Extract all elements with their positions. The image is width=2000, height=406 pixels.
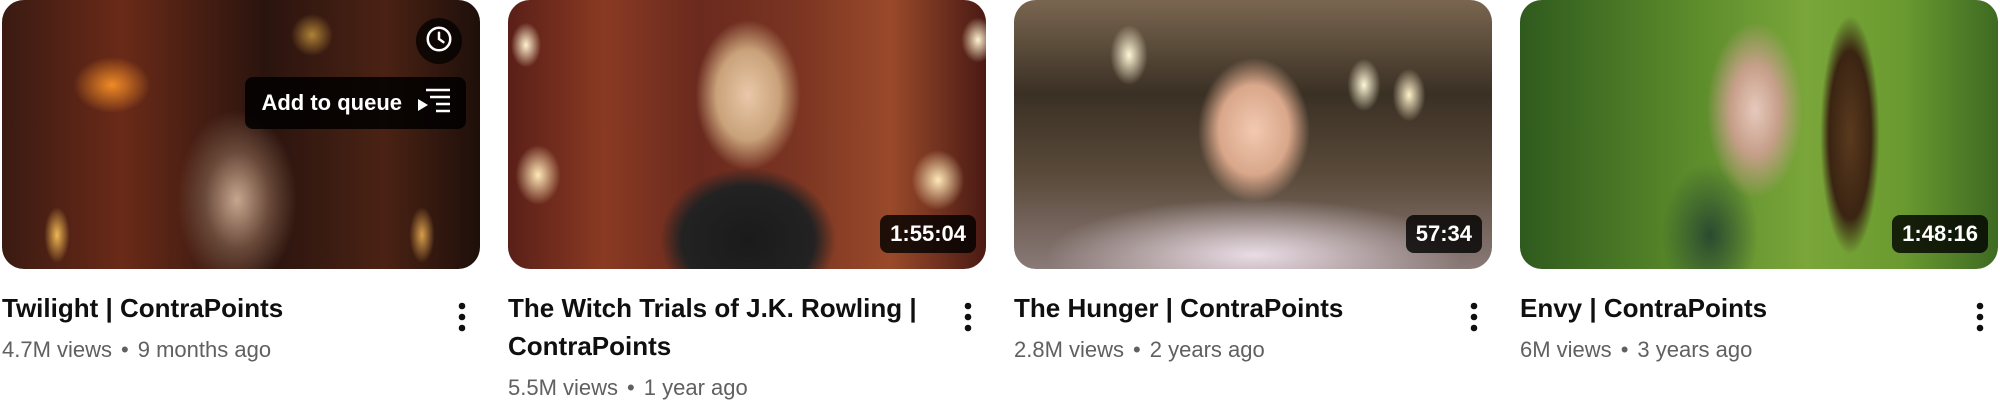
- video-title[interactable]: Twilight | ContraPoints: [2, 289, 430, 327]
- video-metadata: 2.8M views • 2 years ago: [1014, 335, 1442, 365]
- add-to-queue-label: Add to queue: [261, 90, 402, 115]
- more-vertical-icon: [964, 302, 972, 337]
- view-count: 5.5M views: [508, 375, 619, 400]
- more-options-button[interactable]: [448, 297, 476, 341]
- separator: •: [1620, 337, 1629, 362]
- view-count: 4.7M views: [2, 337, 113, 362]
- separator: •: [1133, 337, 1141, 362]
- more-options-button[interactable]: [954, 297, 982, 341]
- more-vertical-icon: [1976, 302, 1984, 337]
- video-title[interactable]: Envy | ContraPoints: [1520, 289, 1948, 327]
- video-metadata: 5.5M views • 1 year ago: [508, 373, 936, 403]
- duration-badge: 1:55:04: [880, 215, 976, 253]
- upload-date: 2 years ago: [1149, 337, 1265, 362]
- playlist-add-icon: [416, 87, 452, 119]
- duration-badge: 1:48:16: [1892, 215, 1988, 253]
- video-thumbnail[interactable]: Add to queue: [2, 0, 480, 269]
- video-card: Add to queue Twilight | ContraPoints 4.7…: [2, 0, 480, 365]
- video-card: 1:48:16 Envy | ContraPoints 6M views • 3 y…: [1520, 0, 1998, 365]
- video-card: 57:34 The Hunger | ContraPoints 2.8M vie…: [1014, 0, 1492, 365]
- video-details: Envy | ContraPoints 6M views • 3 years ago: [1520, 269, 1998, 365]
- separator: •: [121, 337, 129, 362]
- more-vertical-icon: [1470, 302, 1478, 337]
- video-title[interactable]: The Hunger | ContraPoints: [1014, 289, 1442, 327]
- more-options-button[interactable]: [1460, 297, 1488, 341]
- separator: •: [627, 375, 635, 400]
- video-details: Twilight | ContraPoints 4.7M views • 9 mon…: [2, 269, 480, 365]
- duration-badge: 57:34: [1405, 215, 1482, 253]
- clock-icon: [424, 24, 454, 59]
- upload-date: 9 months ago: [137, 337, 272, 362]
- video-thumbnail[interactable]: 57:34: [1014, 0, 1492, 269]
- video-title[interactable]: The Witch Trials of J.K. Rowling | Contr…: [508, 289, 936, 365]
- video-thumbnail[interactable]: 1:48:16: [1520, 0, 1998, 269]
- video-grid: Add to queue Twilight | ContraPoints 4.7…: [0, 0, 2000, 406]
- add-to-queue-button[interactable]: Add to queue: [245, 77, 466, 129]
- video-metadata: 6M views • 3 years ago: [1520, 335, 1948, 365]
- video-card: 1:55:04 The Witch Trials of J.K. Rowling…: [508, 0, 986, 403]
- video-details: The Hunger | ContraPoints 2.8M views • 2 y…: [1014, 269, 1492, 365]
- watch-later-button[interactable]: [416, 18, 462, 64]
- upload-date: 1 year ago: [643, 375, 748, 400]
- video-details: The Witch Trials of J.K. Rowling | Contr…: [508, 269, 986, 403]
- more-vertical-icon: [458, 302, 466, 337]
- upload-date: 3 years ago: [1637, 337, 1753, 362]
- video-metadata: 4.7M views • 9 months ago: [2, 335, 430, 365]
- video-thumbnail[interactable]: 1:55:04: [508, 0, 986, 269]
- view-count: 2.8M views: [1014, 337, 1125, 362]
- view-count: 6M views: [1520, 337, 1612, 362]
- more-options-button[interactable]: [1966, 297, 1994, 341]
